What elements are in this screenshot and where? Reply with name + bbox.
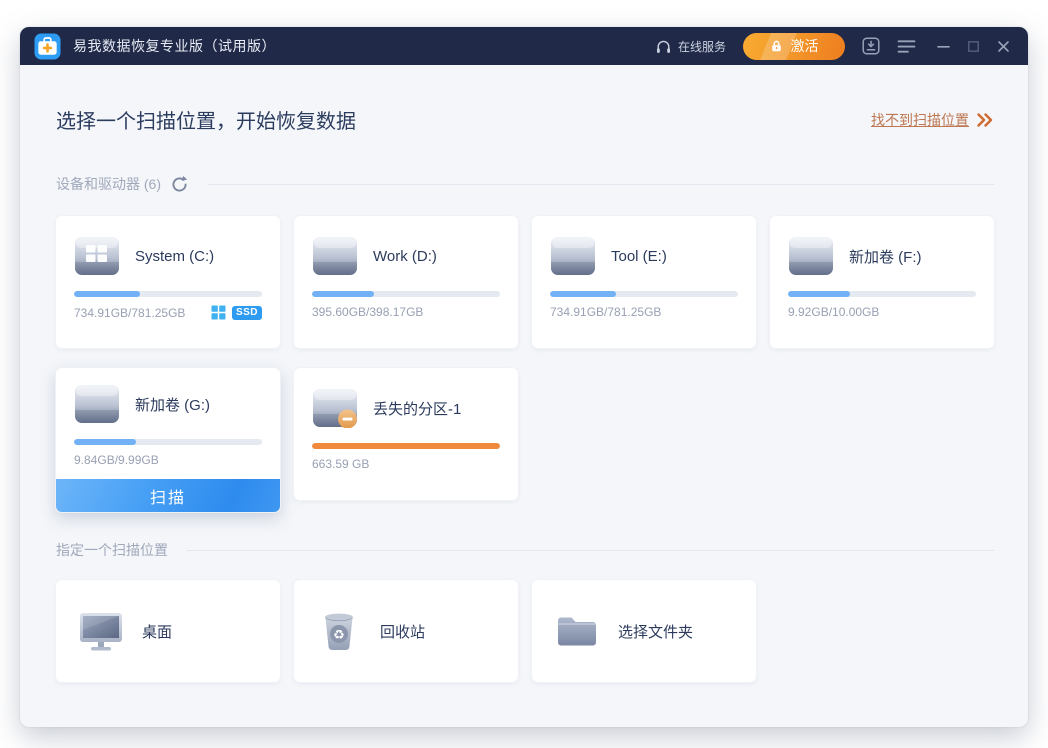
capacity-bar xyxy=(550,291,738,297)
location-card-recycle-bin[interactable]: ♻ 回收站 xyxy=(294,580,518,682)
online-service-button[interactable]: 在线服务 xyxy=(655,38,726,55)
drive-icon xyxy=(550,236,596,276)
drives-section-title: 设备和驱动器 (6) xyxy=(56,174,161,194)
drive-card-lost-partition[interactable]: 丢失的分区-1 663.59 GB xyxy=(294,368,518,500)
capacity-bar xyxy=(312,443,500,449)
desktop-icon xyxy=(78,610,124,652)
location-card-select-folder[interactable]: 选择文件夹 xyxy=(532,580,756,682)
capacity-text: 9.84GB/9.99GB xyxy=(74,453,159,467)
divider xyxy=(208,184,994,185)
locations-section-header: 指定一个扫描位置 xyxy=(56,540,994,560)
app-window: 易我数据恢复专业版（试用版） 在线服务 激活 xyxy=(20,27,1028,727)
drive-icon xyxy=(788,236,834,276)
capacity-bar xyxy=(74,291,262,297)
lock-icon xyxy=(770,39,783,53)
activate-label: 激活 xyxy=(791,36,819,56)
drive-card-volume-f[interactable]: 新加卷 (F:) 9.92GB/10.00GB xyxy=(770,216,994,348)
app-title: 易我数据恢复专业版（试用版） xyxy=(73,36,276,56)
location-name: 选择文件夹 xyxy=(618,621,693,642)
drive-card-volume-g[interactable]: 新加卷 (G:) 9.84GB/9.99GB 扫描 xyxy=(56,368,280,512)
drive-icon xyxy=(312,236,358,276)
headset-icon xyxy=(655,38,672,55)
location-name: 回收站 xyxy=(380,621,425,642)
drive-card-work-d[interactable]: Work (D:) 395.60GB/398.17GB xyxy=(294,216,518,348)
scan-button[interactable]: 扫描 xyxy=(56,479,280,512)
windows-logo-icon xyxy=(211,305,226,320)
drive-name: 新加卷 (G:) xyxy=(135,394,210,415)
capacity-bar xyxy=(312,291,500,297)
app-logo-icon xyxy=(34,33,61,60)
drives-section-header: 设备和驱动器 (6) xyxy=(56,174,994,194)
menu-icon[interactable] xyxy=(897,39,916,54)
minimize-button[interactable] xyxy=(937,40,950,53)
activate-button[interactable]: 激活 xyxy=(743,33,845,60)
location-name: 桌面 xyxy=(142,621,172,642)
locations-section-title: 指定一个扫描位置 xyxy=(56,540,168,560)
capacity-text: 734.91GB/781.25GB xyxy=(550,305,661,319)
ssd-badge: SSD xyxy=(232,306,262,320)
maximize-button[interactable] xyxy=(967,40,980,53)
titlebar: 易我数据恢复专业版（试用版） 在线服务 激活 xyxy=(20,27,1028,65)
capacity-text: 9.92GB/10.00GB xyxy=(788,305,879,319)
folder-icon xyxy=(554,610,600,652)
save-session-icon[interactable] xyxy=(862,37,880,55)
double-chevron-right-icon xyxy=(976,113,994,127)
drive-name: System (C:) xyxy=(135,248,214,265)
locations-grid: 桌面 ♻ 回收站 选择文件夹 xyxy=(56,580,994,682)
recycle-bin-icon: ♻ xyxy=(316,610,362,652)
capacity-bar xyxy=(74,439,262,445)
drives-grid: System (C:) 734.91GB/781.25GB SSD xyxy=(56,216,994,512)
online-service-label: 在线服务 xyxy=(678,38,726,55)
capacity-text: 395.60GB/398.17GB xyxy=(312,305,423,319)
capacity-bar xyxy=(788,291,976,297)
drive-name: 新加卷 (F:) xyxy=(849,246,922,267)
location-card-desktop[interactable]: 桌面 xyxy=(56,580,280,682)
drive-card-system-c[interactable]: System (C:) 734.91GB/781.25GB SSD xyxy=(56,216,280,348)
page-title: 选择一个扫描位置，开始恢复数据 xyxy=(56,105,356,134)
refresh-icon[interactable] xyxy=(170,175,189,194)
lost-partition-drive-icon xyxy=(312,388,358,428)
svg-text:♻: ♻ xyxy=(333,628,345,643)
cant-find-location-link[interactable]: 找不到扫描位置 xyxy=(871,110,994,130)
drive-name: Work (D:) xyxy=(373,248,437,265)
capacity-text: 663.59 GB xyxy=(312,457,369,471)
drive-windows-icon xyxy=(74,236,120,276)
close-button[interactable] xyxy=(997,40,1010,53)
drive-card-tool-e[interactable]: Tool (E:) 734.91GB/781.25GB xyxy=(532,216,756,348)
drive-name: Tool (E:) xyxy=(611,248,667,265)
drive-icon xyxy=(74,384,120,424)
capacity-text: 734.91GB/781.25GB xyxy=(74,306,185,320)
divider xyxy=(187,550,994,551)
drive-name: 丢失的分区-1 xyxy=(373,398,461,419)
